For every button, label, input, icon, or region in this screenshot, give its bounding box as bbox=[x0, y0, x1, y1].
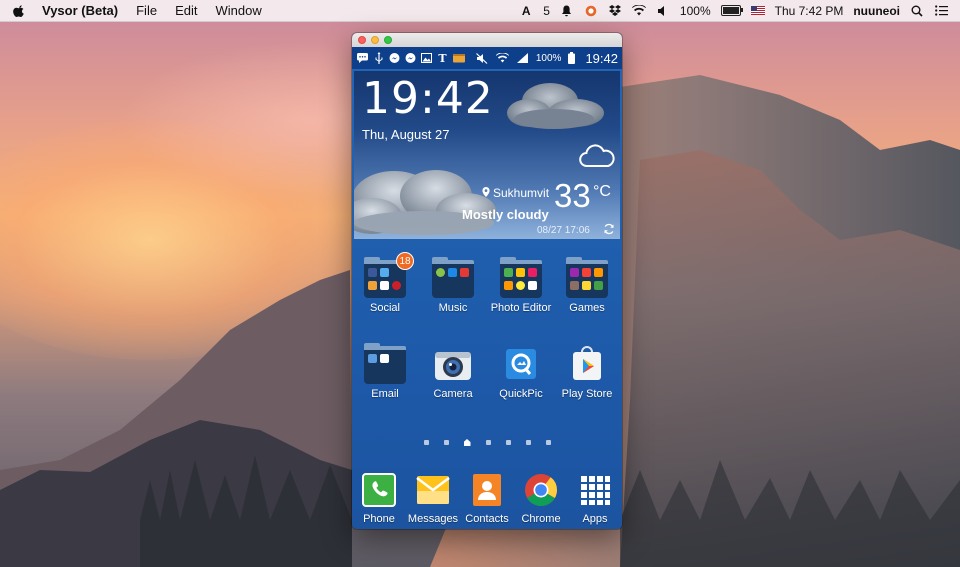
app-drawer[interactable]: Apps bbox=[562, 471, 622, 525]
battery-icon[interactable] bbox=[720, 5, 743, 16]
weather-condition: Mostly cloudy bbox=[462, 207, 549, 222]
camera-icon bbox=[432, 346, 474, 384]
app-label: Email bbox=[371, 388, 399, 400]
app-play-store[interactable]: Play Store bbox=[554, 346, 620, 400]
weather-updated: 08/27 17:06 bbox=[537, 225, 590, 236]
quickpic-icon bbox=[500, 346, 542, 384]
home-page-icon[interactable] bbox=[463, 439, 471, 446]
page-dot[interactable] bbox=[423, 440, 429, 445]
folder-music[interactable]: Music bbox=[420, 257, 486, 314]
android-status-bar[interactable]: T 100% 19:42 bbox=[352, 47, 622, 69]
folder-icon bbox=[566, 257, 608, 298]
window-titlebar[interactable] bbox=[352, 33, 622, 47]
page-indicator[interactable] bbox=[352, 439, 622, 446]
usb-icon bbox=[372, 51, 385, 65]
widget-clock: 19:42 bbox=[362, 73, 494, 124]
zoom-button[interactable] bbox=[384, 36, 392, 44]
folder-photo-editor[interactable]: Photo Editor bbox=[488, 257, 554, 314]
wifi-icon[interactable] bbox=[631, 4, 646, 18]
app-label: Camera bbox=[433, 388, 473, 400]
folder-icon: 18 bbox=[364, 252, 414, 298]
android-screen[interactable]: T 100% 19:42 19:42 Thu, August 27 Sukhum… bbox=[352, 47, 622, 529]
mute-icon bbox=[476, 51, 489, 65]
cloud-icon bbox=[579, 144, 615, 167]
weather-temperature: 33 bbox=[554, 177, 591, 214]
menu-file[interactable]: File bbox=[136, 3, 157, 18]
gallery-icon bbox=[420, 51, 433, 65]
widget-location: Sukhumvit bbox=[482, 186, 549, 200]
messages-icon bbox=[414, 471, 452, 509]
page-dot[interactable] bbox=[525, 440, 531, 445]
widget-date: Thu, August 27 bbox=[362, 127, 450, 142]
folder-email[interactable]: Email bbox=[352, 343, 418, 400]
app-label: QuickPic bbox=[499, 388, 543, 400]
close-button[interactable] bbox=[358, 36, 366, 44]
page-dot[interactable] bbox=[545, 440, 551, 445]
apple-icon[interactable] bbox=[12, 4, 26, 18]
apps-grid-icon bbox=[576, 471, 614, 509]
folder-social[interactable]: 18 Social bbox=[352, 252, 418, 314]
app-label: Games bbox=[569, 302, 605, 314]
folder-icon bbox=[364, 343, 406, 384]
menu-app-name[interactable]: Vysor (Beta) bbox=[42, 3, 118, 18]
phone-icon bbox=[360, 471, 398, 509]
android-battery-icon bbox=[565, 51, 578, 65]
app-label: Apps bbox=[582, 513, 608, 525]
bell-icon[interactable] bbox=[560, 4, 574, 18]
notification-count: 5 bbox=[543, 3, 550, 18]
mac-menu-bar: Vysor (Beta) File Edit Window A 5 100% T… bbox=[0, 0, 960, 22]
app-label: Social bbox=[370, 302, 400, 314]
refresh-icon[interactable] bbox=[603, 223, 615, 235]
signal-icon bbox=[516, 51, 529, 65]
location-name: Sukhumvit bbox=[493, 186, 550, 200]
app-label: Music bbox=[438, 302, 468, 314]
messenger-icon bbox=[404, 51, 417, 65]
folder-games[interactable]: Games bbox=[554, 257, 620, 314]
app-label: Play Store bbox=[561, 388, 613, 400]
page-dot[interactable] bbox=[505, 440, 511, 445]
folder-icon bbox=[500, 257, 542, 298]
spotlight-icon[interactable] bbox=[910, 4, 924, 18]
app-quickpic[interactable]: QuickPic bbox=[488, 346, 554, 400]
dropbox-icon[interactable] bbox=[608, 4, 622, 18]
vysor-window: T 100% 19:42 19:42 Thu, August 27 Sukhum… bbox=[352, 33, 622, 529]
adobe-icon[interactable]: A bbox=[519, 4, 533, 18]
battery-percent: 100% bbox=[679, 3, 711, 18]
folder-icon bbox=[432, 257, 474, 298]
menu-edit[interactable]: Edit bbox=[175, 3, 197, 18]
android-battery-percent: 100% bbox=[535, 52, 562, 64]
app-camera[interactable]: Camera bbox=[420, 346, 486, 400]
contacts-icon bbox=[468, 471, 506, 509]
menu-window[interactable]: Window bbox=[215, 3, 261, 18]
wifi-icon bbox=[495, 51, 509, 65]
notification-badge: 18 bbox=[396, 252, 414, 270]
menu-clock[interactable]: Thu 7:42 PM bbox=[775, 4, 844, 18]
nytimes-icon: T bbox=[438, 51, 447, 65]
weather-widget[interactable]: 19:42 Thu, August 27 Sukhumvit Mostly cl… bbox=[354, 71, 620, 239]
temperature-unit: °C bbox=[593, 183, 611, 200]
page-dot[interactable] bbox=[443, 440, 449, 445]
page-dot[interactable] bbox=[485, 440, 491, 445]
volume-icon[interactable] bbox=[656, 4, 670, 18]
menu-user[interactable]: nuuneoi bbox=[853, 4, 900, 18]
chrome-icon bbox=[522, 471, 560, 509]
android-status-time: 19:42 bbox=[585, 50, 618, 66]
app-label: Photo Editor bbox=[490, 302, 552, 314]
messenger-icon bbox=[388, 51, 401, 65]
location-pin-icon bbox=[482, 186, 490, 200]
play-store-icon bbox=[566, 346, 608, 384]
package-icon bbox=[452, 51, 465, 65]
us-flag-icon[interactable] bbox=[750, 6, 765, 15]
minimize-button[interactable] bbox=[371, 36, 379, 44]
hangouts-icon[interactable] bbox=[584, 4, 598, 18]
notification-center-icon[interactable] bbox=[934, 4, 948, 18]
message-icon bbox=[356, 51, 369, 65]
